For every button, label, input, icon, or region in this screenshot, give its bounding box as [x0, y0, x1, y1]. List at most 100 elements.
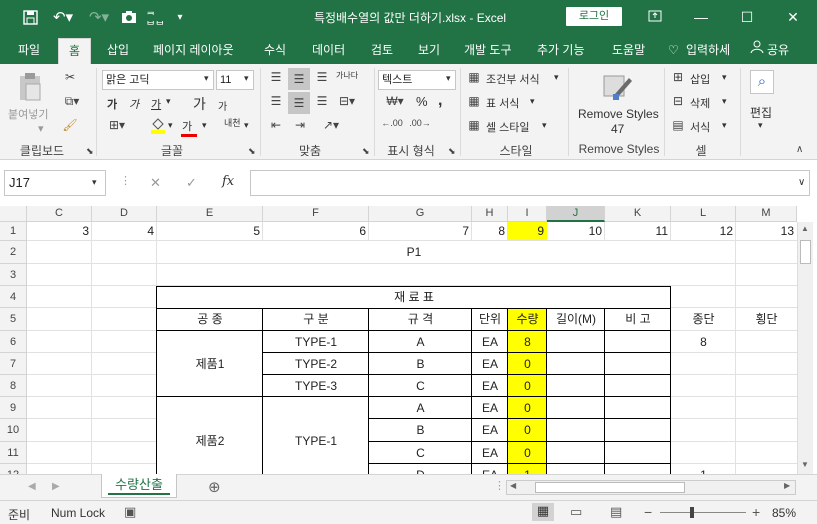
cell-j1[interactable]: 10 [547, 222, 605, 241]
customize-icon[interactable]: ᆿᄇᄇ [146, 6, 170, 32]
tab-insert[interactable]: 삽입 [107, 40, 129, 60]
save-icon[interactable] [18, 6, 42, 28]
cell-type-row8[interactable]: TYPE-3 [263, 375, 369, 397]
conditional-format-dropdown-icon[interactable]: ▾ [554, 72, 559, 83]
delete-cells-dropdown-icon[interactable]: ▾ [722, 96, 727, 107]
row-header-7[interactable]: 7 [0, 353, 27, 375]
formula-input[interactable] [250, 170, 810, 196]
tab-help[interactable]: 도움말 [612, 40, 645, 60]
tab-data[interactable]: 데이터 [312, 40, 345, 60]
column-header-j[interactable]: J [547, 206, 605, 222]
format-table-button[interactable]: 표 서식 [486, 95, 519, 111]
table-title[interactable]: 재 료 표 [157, 286, 671, 308]
header-category[interactable]: 공 종 [157, 308, 263, 331]
page-layout-view-icon[interactable]: ▭ [570, 504, 582, 520]
tell-me-search[interactable]: 입력하세 [686, 40, 730, 60]
format-cells-dropdown-icon[interactable]: ▾ [722, 120, 727, 131]
zoom-out-icon[interactable]: − [644, 504, 652, 520]
cell-e1[interactable]: 5 [157, 222, 263, 241]
font-launcher-icon[interactable]: ⬊ [248, 146, 256, 157]
row-header-6[interactable]: 6 [0, 331, 27, 353]
copy-icon[interactable]: ⧉▾ [60, 94, 84, 109]
align-left-icon[interactable]: ☰ [266, 94, 286, 108]
header-type[interactable]: 구 분 [263, 308, 369, 331]
alignment-launcher-icon[interactable]: ⬊ [362, 146, 370, 157]
comma-button[interactable]: , [438, 92, 442, 110]
cell-i7[interactable]: 0 [508, 353, 547, 375]
row-header-9[interactable]: 9 [0, 397, 27, 419]
minimize-icon[interactable]: — [686, 6, 716, 28]
header-note[interactable]: 비 고 [605, 308, 671, 331]
header-spec[interactable]: 규 격 [369, 308, 472, 331]
format-table-icon[interactable]: ▦ [466, 94, 482, 108]
delete-cells-button[interactable]: 삭제 [690, 95, 710, 111]
cell-g8[interactable]: C [369, 375, 472, 397]
italic-button[interactable]: 가 [129, 96, 139, 112]
underline-dropdown-icon[interactable]: ▾ [166, 96, 171, 107]
column-header-g[interactable]: G [369, 206, 472, 222]
horizontal-scroll-thumb[interactable] [535, 482, 685, 493]
cell-h9[interactable]: EA [472, 397, 508, 419]
tab-view[interactable]: 보기 [418, 40, 440, 60]
delete-cells-icon[interactable]: ⊟ [670, 94, 686, 108]
cell-h6[interactable]: EA [472, 331, 508, 353]
zoom-in-icon[interactable]: + [752, 504, 760, 520]
add-sheet-icon[interactable]: ⊕ [208, 478, 221, 496]
percent-button[interactable]: % [416, 94, 428, 109]
remove-styles-label[interactable]: Remove Styles [578, 107, 659, 121]
header-unit[interactable]: 단위 [472, 308, 508, 331]
paste-dropdown-icon[interactable]: ▾ [38, 122, 44, 135]
enter-icon[interactable]: ✓ [186, 175, 197, 191]
row-header-10[interactable]: 10 [0, 419, 27, 442]
conditional-format-icon[interactable]: ▦ [466, 70, 482, 84]
align-bottom-icon[interactable]: ☰ [312, 70, 332, 84]
column-header-d[interactable]: D [92, 206, 157, 222]
font-color-button[interactable]: 가 [182, 118, 192, 134]
cell-l1[interactable]: 12 [671, 222, 736, 241]
align-center-icon[interactable]: ☰ [288, 92, 310, 114]
scroll-right-icon[interactable]: ▶ [784, 481, 790, 490]
header-qty[interactable]: 수량 [508, 308, 547, 331]
accounting-format-icon[interactable]: ₩▾ [380, 94, 410, 108]
cell-styles-button[interactable]: 셀 스타일 [486, 119, 530, 135]
paste-icon[interactable] [16, 72, 44, 102]
sheet-next-icon[interactable]: ▶ [52, 481, 60, 492]
tab-page-layout[interactable]: 페이지 레이아웃 [153, 40, 234, 60]
row-header-1[interactable]: 1 [0, 222, 27, 241]
column-header-h[interactable]: H [472, 206, 508, 222]
expand-formula-icon[interactable]: ∨ [798, 177, 805, 188]
phonetic-dropdown-icon[interactable]: ▾ [244, 120, 249, 131]
fill-color-dropdown-icon[interactable]: ▾ [168, 120, 173, 131]
page-break-view-icon[interactable]: ▤ [610, 504, 622, 520]
qat-dropdown-icon[interactable]: ▾ [174, 6, 186, 28]
cell-g1[interactable]: 7 [369, 222, 472, 241]
row-header-3[interactable]: 3 [0, 264, 27, 286]
horizontal-scrollbar[interactable]: ◀ ▶ [506, 480, 796, 495]
maximize-icon[interactable]: ☐ [732, 6, 762, 28]
cell-i11[interactable]: 0 [508, 442, 547, 464]
increase-font-button[interactable]: 가 [193, 94, 206, 114]
cell-h7[interactable]: EA [472, 353, 508, 375]
cell-m1[interactable]: 13 [736, 222, 797, 241]
wrap-text-button[interactable]: 가나다 [336, 70, 358, 81]
zoom-level[interactable]: 85% [772, 506, 796, 520]
cell-g7[interactable]: B [369, 353, 472, 375]
cell-g10[interactable]: B [369, 419, 472, 442]
column-header-f[interactable]: F [263, 206, 369, 222]
normal-view-icon[interactable]: ▦ [532, 503, 554, 521]
editing-button[interactable]: 편집 [750, 104, 772, 121]
cell-g6[interactable]: A [369, 331, 472, 353]
format-cells-button[interactable]: 서식 [690, 119, 710, 135]
redo-icon[interactable]: ↷▾ [84, 6, 114, 28]
name-box[interactable]: J17 [4, 170, 106, 196]
conditional-format-button[interactable]: 조건부 서식 [486, 71, 540, 87]
number-launcher-icon[interactable]: ⬊ [448, 146, 456, 157]
editing-dropdown-icon[interactable]: ▾ [758, 120, 763, 131]
font-size-dropdown-icon[interactable]: ▾ [244, 73, 249, 84]
cell-c1[interactable]: 3 [27, 222, 92, 241]
format-table-dropdown-icon[interactable]: ▾ [530, 96, 535, 107]
cell-styles-icon[interactable]: ▦ [466, 118, 482, 132]
cell-l6[interactable]: 8 [671, 331, 736, 353]
share-icon[interactable] [750, 40, 764, 60]
share-button[interactable]: 공유 [767, 40, 789, 60]
